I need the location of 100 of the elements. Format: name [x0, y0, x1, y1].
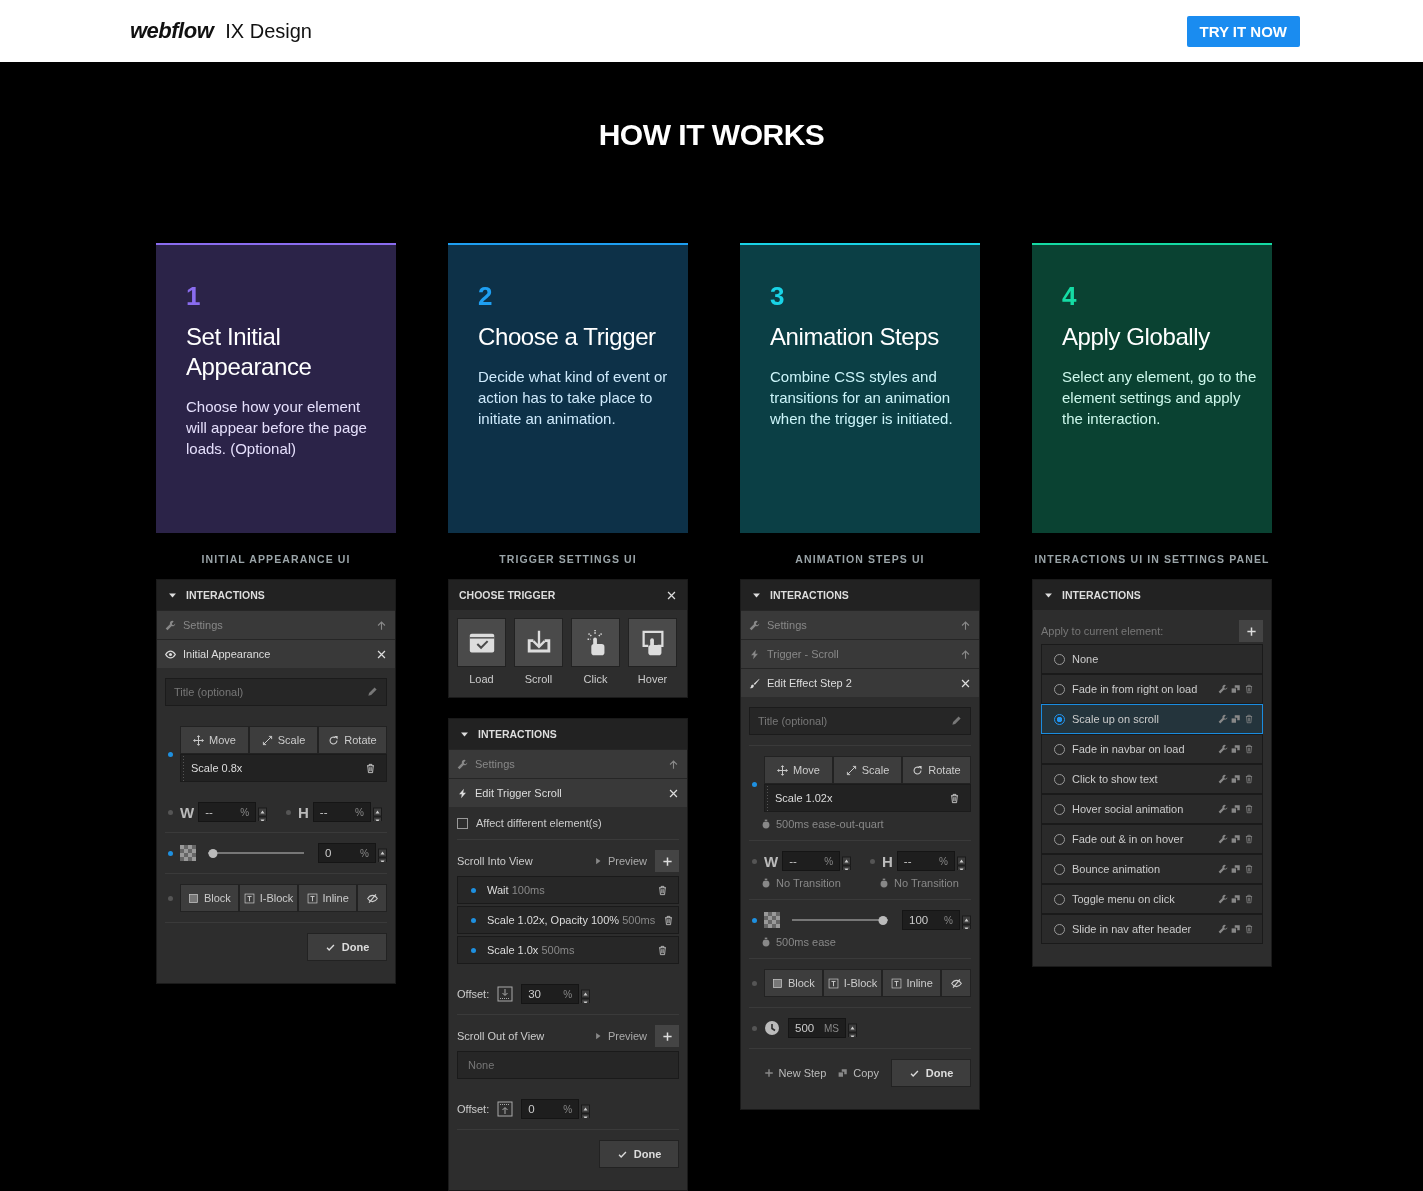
checkbox[interactable]	[457, 817, 468, 829]
step-item[interactable]: Scale 1.0x 500ms	[457, 936, 679, 964]
wrench-icon[interactable]	[1218, 774, 1228, 784]
hide-button[interactable]	[941, 969, 971, 997]
close-icon[interactable]	[376, 648, 387, 660]
wrench-icon[interactable]	[1218, 864, 1228, 874]
title-field[interactable]: Title (optional)	[749, 707, 971, 735]
open-section[interactable]: Edit Trigger Scroll	[449, 778, 687, 807]
radio-button[interactable]	[1054, 713, 1065, 725]
number-field[interactable]: -- %	[198, 802, 257, 822]
number-field[interactable]: 0 %	[318, 843, 376, 863]
transform-button[interactable]: Scale	[249, 726, 318, 754]
pencil-icon[interactable]	[951, 715, 962, 726]
copy-icon[interactable]	[1231, 804, 1241, 814]
transform-button[interactable]: Scale	[833, 756, 902, 784]
up-arrow-box-icon[interactable]	[497, 1101, 514, 1117]
number-field[interactable]: -- %	[312, 802, 371, 822]
trash-icon[interactable]	[1244, 804, 1254, 814]
interaction-item[interactable]: Fade in navbar on load	[1041, 734, 1263, 764]
down-arrow-box-icon[interactable]	[497, 986, 514, 1002]
interaction-item[interactable]: Toggle menu on click	[1041, 884, 1263, 914]
interaction-item[interactable]: None	[1041, 644, 1263, 674]
done-button[interactable]: Done	[307, 933, 387, 961]
add-button[interactable]	[655, 850, 679, 872]
wrench-icon[interactable]	[1218, 714, 1228, 724]
wrench-icon[interactable]	[1218, 834, 1228, 844]
slider-thumb[interactable]	[208, 848, 218, 858]
transform-item[interactable]: Scale 0.8x	[180, 754, 387, 782]
interaction-item[interactable]: Hover social animation	[1041, 794, 1263, 824]
trash-icon[interactable]	[1244, 924, 1254, 934]
copy-icon[interactable]	[1231, 774, 1241, 784]
trigger-button[interactable]	[571, 618, 620, 667]
open-section[interactable]: Edit Effect Step 2	[741, 668, 979, 697]
trigger-button[interactable]	[514, 618, 563, 667]
hide-button[interactable]	[357, 884, 387, 912]
preview-button[interactable]: Preview	[592, 855, 647, 867]
wrench-icon[interactable]	[1218, 894, 1228, 904]
trash-icon[interactable]	[1244, 894, 1254, 904]
done-button[interactable]: Done	[599, 1140, 679, 1168]
copy-icon[interactable]	[1231, 864, 1241, 874]
copy-icon[interactable]	[1231, 744, 1241, 754]
copy-icon[interactable]	[1231, 684, 1241, 694]
number-field[interactable]: 500 MS	[788, 1018, 846, 1038]
trash-icon[interactable]	[1244, 864, 1254, 874]
add-button[interactable]	[1239, 620, 1263, 642]
number-field[interactable]: 30 %	[521, 984, 580, 1004]
display-button[interactable]: Block	[180, 884, 239, 912]
transform-button[interactable]: Move	[764, 756, 833, 784]
preview-button[interactable]: Preview	[592, 1030, 647, 1042]
copy-icon[interactable]	[1231, 834, 1241, 844]
step-item[interactable]: Scale 1.02x, Opacity 100% 500ms	[457, 906, 679, 934]
step-item[interactable]: Wait 100ms	[457, 876, 679, 904]
transform-button[interactable]: Move	[180, 726, 249, 754]
wrench-icon[interactable]	[1218, 804, 1228, 814]
add-button[interactable]	[655, 1025, 679, 1047]
number-field[interactable]: -- %	[896, 851, 955, 871]
display-button[interactable]: Block	[764, 969, 823, 997]
trash-icon[interactable]	[1244, 834, 1254, 844]
trigger-button[interactable]	[457, 618, 506, 667]
close-icon[interactable]	[960, 677, 971, 689]
wrench-icon[interactable]	[1218, 924, 1228, 934]
interaction-item[interactable]: Scale up on scroll	[1041, 704, 1263, 734]
interaction-item[interactable]: Bounce animation	[1041, 854, 1263, 884]
trash-icon[interactable]	[1244, 714, 1254, 724]
transform-button[interactable]: Rotate	[902, 756, 971, 784]
display-button[interactable]: Inline	[882, 969, 941, 997]
logo[interactable]: webflow	[130, 18, 214, 44]
trash-icon[interactable]	[1244, 774, 1254, 784]
close-icon[interactable]	[668, 787, 679, 799]
copy-icon[interactable]	[1231, 924, 1241, 934]
interaction-item[interactable]: Click to show text	[1041, 764, 1263, 794]
number-field[interactable]: 0 %	[521, 1099, 580, 1119]
trash-icon[interactable]	[1244, 684, 1254, 694]
interaction-item[interactable]: Slide in nav after header	[1041, 914, 1263, 944]
new-step-button[interactable]: New Step	[763, 1067, 827, 1079]
trash-icon[interactable]	[663, 914, 675, 926]
trash-icon[interactable]	[657, 884, 668, 896]
slider-thumb[interactable]	[878, 915, 888, 925]
title-field[interactable]: Title (optional)	[165, 678, 387, 706]
copy-button[interactable]: Copy	[838, 1067, 879, 1079]
transform-button[interactable]: Rotate	[318, 726, 387, 754]
display-button[interactable]: I-Block	[238, 884, 299, 912]
display-button[interactable]: I-Block	[822, 969, 883, 997]
interaction-item[interactable]: Fade out & in on hover	[1041, 824, 1263, 854]
close-icon[interactable]	[666, 589, 677, 601]
wrench-icon[interactable]	[1218, 684, 1228, 694]
trash-icon[interactable]	[657, 944, 668, 956]
copy-icon[interactable]	[1231, 894, 1241, 904]
done-button[interactable]: Done	[891, 1059, 971, 1087]
pencil-icon[interactable]	[367, 686, 378, 697]
transform-item[interactable]: Scale 1.02x	[764, 784, 971, 812]
number-field[interactable]: -- %	[782, 851, 841, 871]
interaction-item[interactable]: Fade in from right on load	[1041, 674, 1263, 704]
display-button[interactable]: Inline	[298, 884, 357, 912]
wrench-icon[interactable]	[1218, 744, 1228, 754]
number-field[interactable]: 100 %	[902, 910, 960, 930]
trash-icon[interactable]	[1244, 744, 1254, 754]
open-section[interactable]: Initial Appearance	[157, 639, 395, 668]
trigger-button[interactable]	[628, 618, 677, 667]
copy-icon[interactable]	[1231, 714, 1241, 724]
